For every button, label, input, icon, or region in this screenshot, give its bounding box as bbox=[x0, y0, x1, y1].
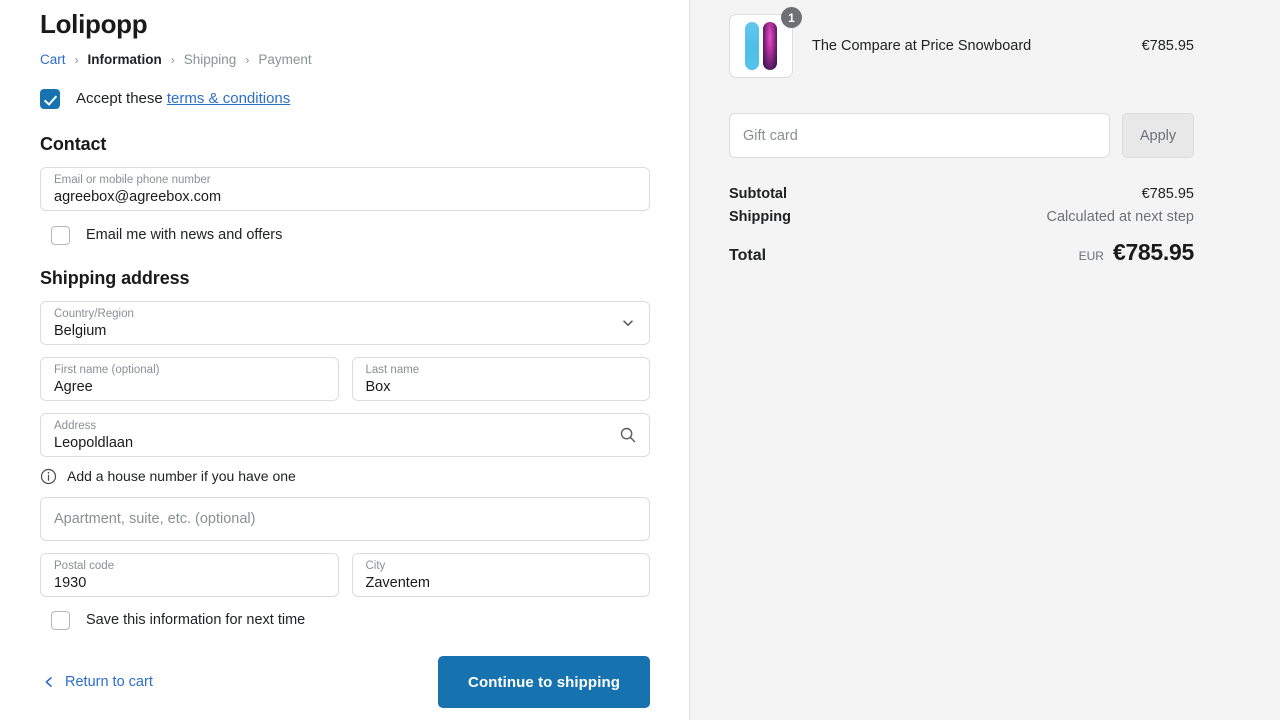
order-line-item: 1 The Compare at Price Snowboard €785.95 bbox=[729, 7, 1194, 78]
info-icon bbox=[40, 468, 57, 485]
breadcrumb-separator-icon: › bbox=[74, 53, 79, 67]
country-select-value: Belgium bbox=[54, 323, 107, 339]
quantity-badge: 1 bbox=[781, 7, 802, 28]
first-name-field[interactable]: First name (optional) Agree bbox=[40, 357, 339, 401]
total-row: Total EUR €785.95 bbox=[729, 239, 1194, 266]
city-field[interactable]: City Zaventem bbox=[351, 553, 650, 597]
email-field-value: agreebox@agreebox.com bbox=[54, 189, 222, 205]
breadcrumb-separator-icon: › bbox=[245, 53, 250, 67]
save-info-row: Save this information for next time bbox=[40, 611, 650, 630]
save-info-label: Save this information for next time bbox=[86, 612, 306, 628]
last-name-field[interactable]: Last name Box bbox=[351, 357, 650, 401]
subtotal-row: Subtotal €785.95 bbox=[729, 186, 1194, 202]
address-field[interactable]: Address Leopoldlaan bbox=[40, 413, 650, 457]
breadcrumb-item-information[interactable]: Information bbox=[88, 51, 162, 69]
shipping-value: Calculated at next step bbox=[1046, 209, 1194, 225]
subtotal-label: Subtotal bbox=[729, 186, 787, 202]
address-field-value: Leopoldlaan bbox=[54, 435, 134, 451]
terms-row: Accept these terms & conditions bbox=[40, 89, 650, 109]
form-actions: Return to cart Continue to shipping bbox=[40, 656, 650, 708]
breadcrumb-item-shipping[interactable]: Shipping bbox=[184, 51, 237, 69]
country-select-label: Country/Region bbox=[54, 308, 134, 320]
postal-code-field[interactable]: Postal code 1930 bbox=[40, 553, 339, 597]
save-info-checkbox[interactable] bbox=[51, 611, 70, 630]
return-to-cart-label: Return to cart bbox=[65, 674, 153, 690]
newsletter-row: Email me with news and offers bbox=[40, 226, 650, 245]
total-amount-group: EUR €785.95 bbox=[1078, 239, 1195, 266]
country-select[interactable]: Country/Region Belgium bbox=[40, 301, 650, 345]
newsletter-label: Email me with news and offers bbox=[86, 227, 283, 243]
address-hint-text: Add a house number if you have one bbox=[67, 468, 296, 484]
terms-prefix: Accept these bbox=[76, 90, 163, 107]
product-thumbnail-wrap: 1 bbox=[729, 7, 802, 78]
newsletter-checkbox[interactable] bbox=[51, 226, 70, 245]
breadcrumb: Cart › Information › Shipping › Payment bbox=[40, 51, 650, 69]
gift-card-input[interactable]: Gift card bbox=[729, 113, 1110, 158]
total-amount: €785.95 bbox=[1112, 239, 1194, 265]
breadcrumb-item-cart[interactable]: Cart bbox=[40, 51, 66, 69]
first-name-label: First name (optional) bbox=[54, 364, 160, 376]
return-to-cart-link[interactable]: Return to cart bbox=[40, 674, 153, 690]
postal-code-label: Postal code bbox=[54, 560, 115, 572]
email-field-label: Email or mobile phone number bbox=[54, 174, 211, 186]
order-totals: Subtotal €785.95 Shipping Calculated at … bbox=[729, 186, 1194, 266]
total-label: Total bbox=[729, 247, 767, 264]
terms-checkbox[interactable] bbox=[40, 89, 60, 109]
city-value: Zaventem bbox=[365, 575, 430, 591]
continue-to-shipping-button[interactable]: Continue to shipping bbox=[438, 656, 650, 708]
snowboard-cyan-icon bbox=[745, 22, 759, 70]
order-summary-pane: 1 The Compare at Price Snowboard €785.95… bbox=[690, 0, 1280, 720]
gift-card-row: Gift card Apply bbox=[729, 113, 1194, 158]
product-name: The Compare at Price Snowboard bbox=[812, 37, 1032, 54]
shipping-address-heading: Shipping address bbox=[40, 268, 190, 288]
breadcrumb-separator-icon: › bbox=[170, 53, 175, 67]
postal-code-value: 1930 bbox=[54, 575, 87, 591]
snowboard-galaxy-icon bbox=[763, 22, 777, 70]
contact-heading: Contact bbox=[40, 134, 107, 154]
email-field[interactable]: Email or mobile phone number agreebox@ag… bbox=[40, 167, 650, 211]
breadcrumb-item-payment[interactable]: Payment bbox=[258, 51, 311, 69]
shipping-row: Shipping Calculated at next step bbox=[729, 209, 1194, 225]
checkout-page: Lolipopp Cart › Information › Shipping ›… bbox=[0, 0, 1280, 720]
shop-title: Lolipopp bbox=[40, 9, 148, 39]
postal-city-row: Postal code 1930 City Zaventem bbox=[40, 541, 650, 597]
terms-text: Accept these terms & conditions bbox=[76, 89, 290, 109]
address-hint-row: Add a house number if you have one bbox=[40, 467, 650, 485]
total-currency-code: EUR bbox=[1078, 249, 1104, 263]
last-name-value: Box bbox=[365, 379, 391, 395]
last-name-label: Last name bbox=[365, 364, 420, 376]
checkout-form-pane: Lolipopp Cart › Information › Shipping ›… bbox=[0, 0, 690, 720]
city-label: City bbox=[365, 560, 386, 572]
product-price: €785.95 bbox=[1141, 38, 1194, 54]
first-name-value: Agree bbox=[54, 379, 93, 395]
chevron-down-icon bbox=[621, 316, 635, 330]
terms-conditions-link[interactable]: terms & conditions bbox=[167, 90, 290, 107]
chevron-left-icon bbox=[43, 676, 55, 688]
address-field-label: Address bbox=[54, 420, 97, 432]
apartment-field[interactable]: Apartment, suite, etc. (optional) bbox=[40, 497, 650, 541]
name-row: First name (optional) Agree Last name Bo… bbox=[40, 345, 650, 401]
apply-gift-card-button[interactable]: Apply bbox=[1122, 113, 1194, 158]
search-icon[interactable] bbox=[619, 426, 637, 444]
subtotal-value: €785.95 bbox=[1141, 186, 1194, 202]
apartment-field-placeholder: Apartment, suite, etc. (optional) bbox=[54, 511, 256, 527]
shipping-label: Shipping bbox=[729, 209, 792, 225]
